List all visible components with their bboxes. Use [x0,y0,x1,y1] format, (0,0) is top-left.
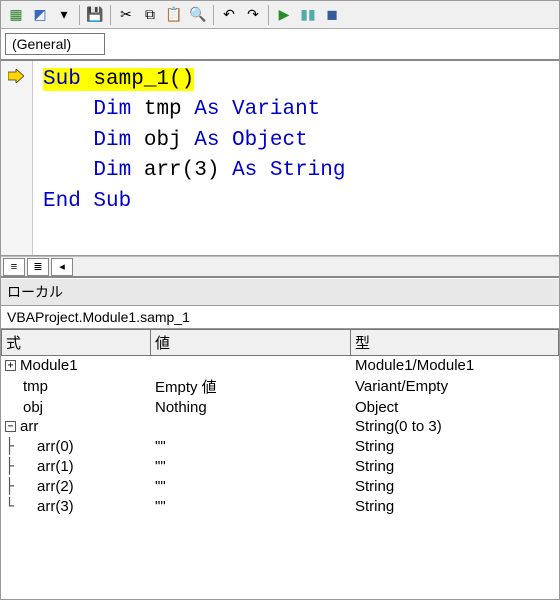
locals-context: VBAProject.Module1.samp_1 [1,306,559,329]
locals-row-value[interactable]: Empty 値 [151,375,351,398]
redo-icon[interactable]: ↷ [242,4,264,26]
locals-row-expr[interactable]: + Module1 [1,356,151,375]
locals-expr-text: Module1 [20,357,78,374]
code-gutter [1,61,33,255]
locals-row-value[interactable] [151,356,351,375]
paste-icon[interactable]: 📋 [163,4,185,26]
locals-row-type: Variant/Empty [351,375,559,398]
locals-header-expression[interactable]: 式 [1,329,151,356]
locals-row-type: Module1/Module1 [351,356,559,375]
reset-icon[interactable]: ◼ [321,4,343,26]
procedure-view-button[interactable]: ≡ [3,258,25,276]
code-text[interactable]: Sub samp_1() Dim tmp As Variant Dim obj … [33,61,355,255]
expand-icon[interactable]: + [5,360,16,371]
locals-row-expr[interactable]: ├ arr(2) [1,476,151,496]
locals-expr-text: arr(1) [37,458,74,475]
locals-row-value[interactable]: Nothing [151,398,351,417]
tree-branch-icon: ├ [5,457,33,475]
locals-row-value[interactable]: "" [151,456,351,476]
vbe-icon[interactable]: ◩ [29,4,51,26]
locals-row-value[interactable]: "" [151,496,351,516]
object-dropdown[interactable]: (General) [5,33,105,55]
break-icon[interactable]: ▮▮ [297,4,319,26]
locals-expr-text: arr(2) [37,478,74,495]
locals-row-expr[interactable]: └ arr(3) [1,496,151,516]
locals-row-expr[interactable]: obj [1,398,151,417]
tree-branch-icon: ├ [5,437,33,455]
undo-icon[interactable]: ↶ [218,4,240,26]
locals-row-expr[interactable]: ├ arr(0) [1,436,151,456]
save-icon[interactable]: 💾 [84,4,106,26]
cut-icon[interactable]: ✂ [115,4,137,26]
copy-icon[interactable]: ⧉ [139,4,161,26]
locals-expr-text: obj [23,399,43,416]
locals-row-type: String [351,436,559,456]
locals-row-expr[interactable]: −arr [1,417,151,436]
locals-row-type: Object [351,398,559,417]
full-module-view-button[interactable]: ≣ [27,258,49,276]
locals-expr-text: arr(3) [37,498,74,515]
code-editor[interactable]: Sub samp_1() Dim tmp As Variant Dim obj … [1,61,559,256]
tree-branch-icon: └ [5,497,33,515]
locals-expr-text: arr [20,418,38,435]
run-icon[interactable]: ▶ [273,4,295,26]
main-toolbar: ▦ ◩ ▾ 💾 ✂ ⧉ 📋 🔍 ↶ ↷ ▶ ▮▮ ◼ [1,1,559,29]
locals-row-value[interactable] [151,417,351,436]
locals-expr-text: tmp [23,378,48,395]
find-icon[interactable]: 🔍 [187,4,209,26]
locals-row-type: String [351,456,559,476]
locals-header-type[interactable]: 型 [351,329,559,356]
locals-header-value[interactable]: 値 [151,329,351,356]
locals-expr-text: arr(0) [37,438,74,455]
locals-row-expr[interactable]: tmp [1,375,151,398]
dropdown-arrow-icon[interactable]: ▾ [53,4,75,26]
code-view-toolbar: ≡ ≣ ◂ [1,256,559,278]
locals-row-value[interactable]: "" [151,436,351,456]
locals-row-type: String(0 to 3) [351,417,559,436]
procedure-dropdown-row: (General) [1,29,559,61]
execution-pointer-icon [7,67,25,85]
locals-window-title: ローカル [1,278,559,306]
excel-icon[interactable]: ▦ [5,4,27,26]
locals-row-expr[interactable]: ├ arr(1) [1,456,151,476]
locals-grid: 式 値 型 + Module1 Module1/Module1 tmp Empty 値V… [1,329,559,516]
locals-row-type: String [351,476,559,496]
tree-branch-icon: ├ [5,477,33,495]
locals-row-type: String [351,496,559,516]
locals-row-value[interactable]: "" [151,476,351,496]
scroll-left-icon[interactable]: ◂ [51,258,73,276]
collapse-icon[interactable]: − [5,421,16,432]
